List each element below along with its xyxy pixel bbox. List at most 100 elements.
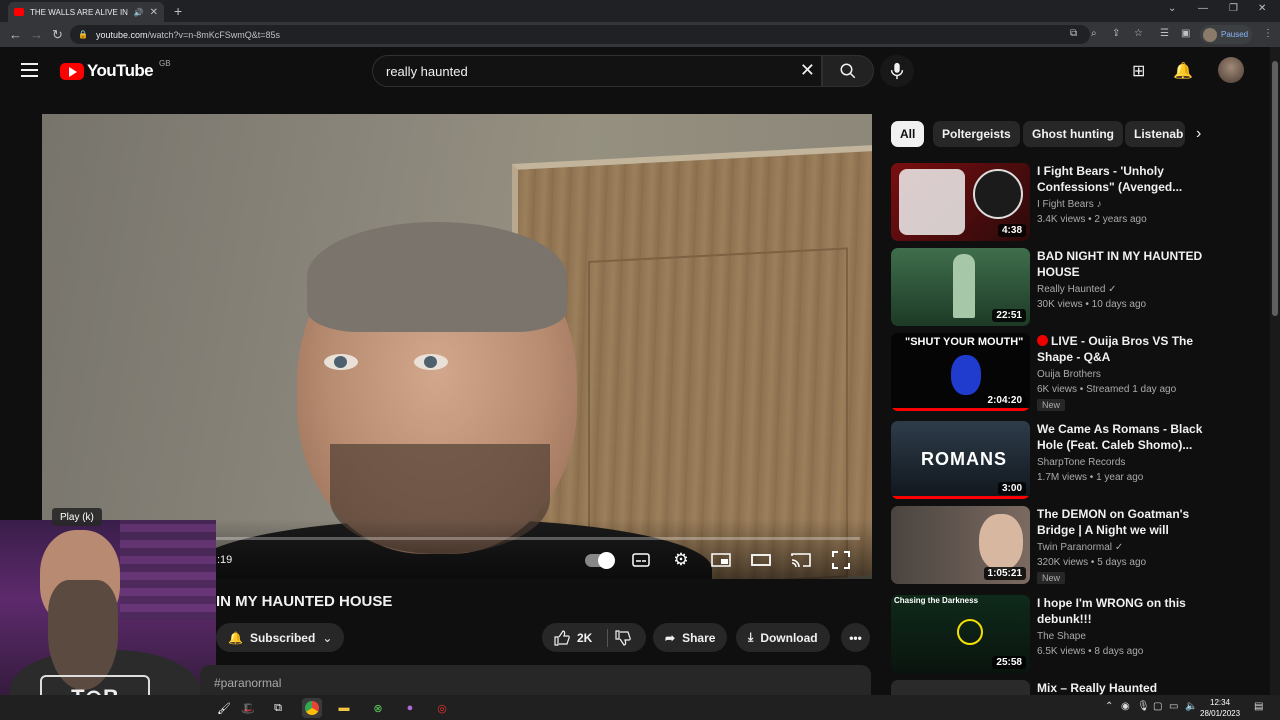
subscribed-button[interactable]: 🔔 Subscribed ⌄	[216, 623, 345, 652]
zoom-icon[interactable]: ⌕	[1091, 28, 1097, 39]
maximize-button[interactable]: ❐	[1229, 3, 1238, 14]
search-input[interactable]: really haunted ✕	[372, 55, 822, 87]
video-thumbnail[interactable]: ROMANS 3:00	[891, 421, 1030, 499]
channel-name[interactable]: Twin Paranormal ✓	[1037, 542, 1123, 553]
related-video[interactable]: 22:51 BAD NIGHT IN MY HAUNTED HOUSE Real…	[891, 248, 1211, 328]
tray-app-icon[interactable]: ▢	[1153, 701, 1162, 712]
close-tab-icon[interactable]: ✕	[150, 7, 158, 18]
xbox-icon[interactable]: ⊗	[368, 698, 388, 718]
new-tab-button[interactable]: +	[174, 3, 182, 19]
task-view-icon[interactable]: ⧉	[268, 698, 288, 718]
related-video[interactable]: "SHUT YOUR MOUTH" 2:04:20 LIVE - Ouija B…	[891, 333, 1211, 413]
chip-all[interactable]: All	[891, 121, 925, 147]
related-video[interactable]: 1:05:21 The DEMON on Goatman's Bridge | …	[891, 506, 1211, 586]
related-mix[interactable]: Mix – Really Haunted	[891, 680, 1211, 695]
profile-button[interactable]: Paused	[1200, 25, 1252, 44]
thumbs-up-icon	[554, 629, 570, 646]
lock-icon[interactable]: 🔒	[78, 30, 88, 39]
notifications-icon[interactable]: ▤	[1254, 701, 1263, 712]
minimize-button[interactable]: —	[1198, 3, 1208, 14]
account-avatar[interactable]	[1218, 57, 1244, 83]
install-icon[interactable]: ⧉	[1070, 28, 1077, 39]
chrome-taskbar-icon[interactable]	[302, 698, 322, 718]
taskbar-app-icon[interactable]: 🎩	[238, 698, 258, 718]
reading-list-icon[interactable]: ☰	[1160, 28, 1169, 39]
mix-thumbnail[interactable]	[891, 680, 1030, 695]
forward-button[interactable]: →	[30, 27, 43, 42]
theater-mode-icon[interactable]	[750, 551, 772, 569]
network-icon[interactable]: ▭	[1169, 701, 1178, 712]
cast-icon[interactable]	[790, 551, 812, 569]
channel-name[interactable]: SharpTone Records	[1037, 457, 1125, 468]
browser-tab[interactable]: THE WALLS ARE ALIVE IN M 🔊 ✕	[8, 2, 164, 22]
video-thumbnail[interactable]: Chasing the Darkness 25:58	[891, 595, 1030, 673]
thumbs-down-icon[interactable]	[615, 629, 632, 646]
bookmark-star-icon[interactable]: ☆	[1134, 28, 1143, 39]
video-player[interactable]: :19 ⚙	[42, 114, 872, 579]
page-scrollbar[interactable]	[1270, 47, 1280, 700]
download-button[interactable]: ⤓ Download	[736, 623, 830, 652]
address-bar[interactable]: 🔒 youtube.com /watch?v=n-8mKcFSwmQ&t=85s	[70, 25, 1090, 44]
scrollbar-thumb[interactable]	[1272, 61, 1278, 316]
taskbar-app-icon[interactable]: ◎	[432, 698, 452, 718]
share-icon[interactable]: ⇪	[1112, 28, 1120, 39]
subtitles-icon[interactable]	[630, 551, 652, 569]
back-button[interactable]: ←	[9, 27, 22, 42]
channel-name[interactable]: Ouija Brothers	[1037, 369, 1101, 380]
taskbar-app-icon[interactable]: 🖌	[214, 698, 234, 718]
new-badge: New	[1037, 399, 1066, 411]
related-video[interactable]: 4:38 I Fight Bears - 'Unholy Confessions…	[891, 163, 1211, 243]
file-explorer-icon[interactable]: ▬	[334, 698, 354, 718]
voice-search-button[interactable]	[880, 55, 914, 87]
fullscreen-icon[interactable]	[830, 551, 852, 569]
video-title[interactable]: I Fight Bears - 'Unholy Confessions" (Av…	[1037, 163, 1211, 195]
tab-search-icon[interactable]: ⌄	[1168, 3, 1176, 14]
browser-menu-icon[interactable]: ⋮	[1263, 28, 1273, 39]
youtube-logo[interactable]: YouTube GB	[60, 59, 171, 81]
description-hashtag[interactable]: #paranormal	[214, 676, 281, 690]
video-title[interactable]: We Came As Romans - Black Hole (Feat. Ca…	[1037, 421, 1211, 453]
channel-name[interactable]: Really Haunted ✓	[1037, 284, 1117, 295]
channel-name[interactable]: I Fight Bears ♪	[1037, 199, 1101, 210]
video-thumbnail[interactable]: 1:05:21	[891, 506, 1030, 584]
reload-button[interactable]: ↻	[52, 27, 63, 43]
chip-listenable[interactable]: Listenab	[1125, 121, 1185, 147]
autoplay-toggle[interactable]	[585, 552, 615, 569]
create-video-icon[interactable]: ⊞	[1132, 61, 1145, 81]
notifications-bell-icon[interactable]: 🔔	[1173, 61, 1193, 81]
microphone-tray-icon[interactable]: 🎙	[1137, 701, 1150, 712]
share-button[interactable]: ➦ Share	[653, 623, 728, 652]
sidepanel-icon[interactable]: ▣	[1181, 28, 1190, 39]
clear-search-icon[interactable]: ✕	[800, 60, 815, 81]
chevron-right-icon[interactable]: ›	[1196, 125, 1201, 143]
menu-icon[interactable]	[21, 63, 38, 77]
video-thumbnail[interactable]: 22:51	[891, 248, 1030, 326]
mix-title[interactable]: Mix – Really Haunted	[1037, 680, 1211, 696]
audio-icon[interactable]: 🔊	[134, 8, 144, 17]
video-duration: 1:05:21	[983, 567, 1026, 580]
chip-poltergeists[interactable]: Poltergeists	[933, 121, 1020, 147]
more-actions-button[interactable]: •••	[841, 623, 870, 652]
video-title[interactable]: The DEMON on Goatman's Bridge | A Night …	[1037, 506, 1211, 538]
system-clock[interactable]: 12:34 28/01/2023	[1200, 697, 1240, 719]
video-title[interactable]: LIVE - Ouija Bros VS The Shape - Q&A	[1037, 333, 1211, 365]
settings-gear-icon[interactable]: ⚙	[670, 550, 692, 569]
video-title[interactable]: BAD NIGHT IN MY HAUNTED HOUSE	[1037, 248, 1211, 280]
tray-chevron-icon[interactable]: ⌃	[1105, 701, 1113, 712]
search-button[interactable]	[822, 55, 874, 87]
volume-icon[interactable]: 🔈	[1185, 701, 1197, 712]
time-display: :19	[217, 554, 233, 566]
related-video[interactable]: Chasing the Darkness 25:58 I hope I'm WR…	[891, 595, 1211, 675]
like-button[interactable]: 2K	[542, 623, 646, 652]
video-title[interactable]: I hope I'm WRONG on this debunk!!!	[1037, 595, 1211, 627]
new-badge: New	[1037, 572, 1066, 584]
video-thumbnail[interactable]: "SHUT YOUR MOUTH" 2:04:20	[891, 333, 1030, 411]
channel-name[interactable]: The Shape	[1037, 631, 1086, 642]
video-thumbnail[interactable]: 4:38	[891, 163, 1030, 241]
close-window-button[interactable]: ✕	[1258, 3, 1266, 14]
chip-ghost-hunting[interactable]: Ghost hunting	[1023, 121, 1123, 147]
tray-app-icon[interactable]: ◉	[1121, 701, 1130, 712]
related-video[interactable]: ROMANS 3:00 We Came As Romans - Black Ho…	[891, 421, 1211, 501]
miniplayer-icon[interactable]	[710, 551, 732, 569]
taskbar-app-icon[interactable]: ●	[400, 698, 420, 718]
